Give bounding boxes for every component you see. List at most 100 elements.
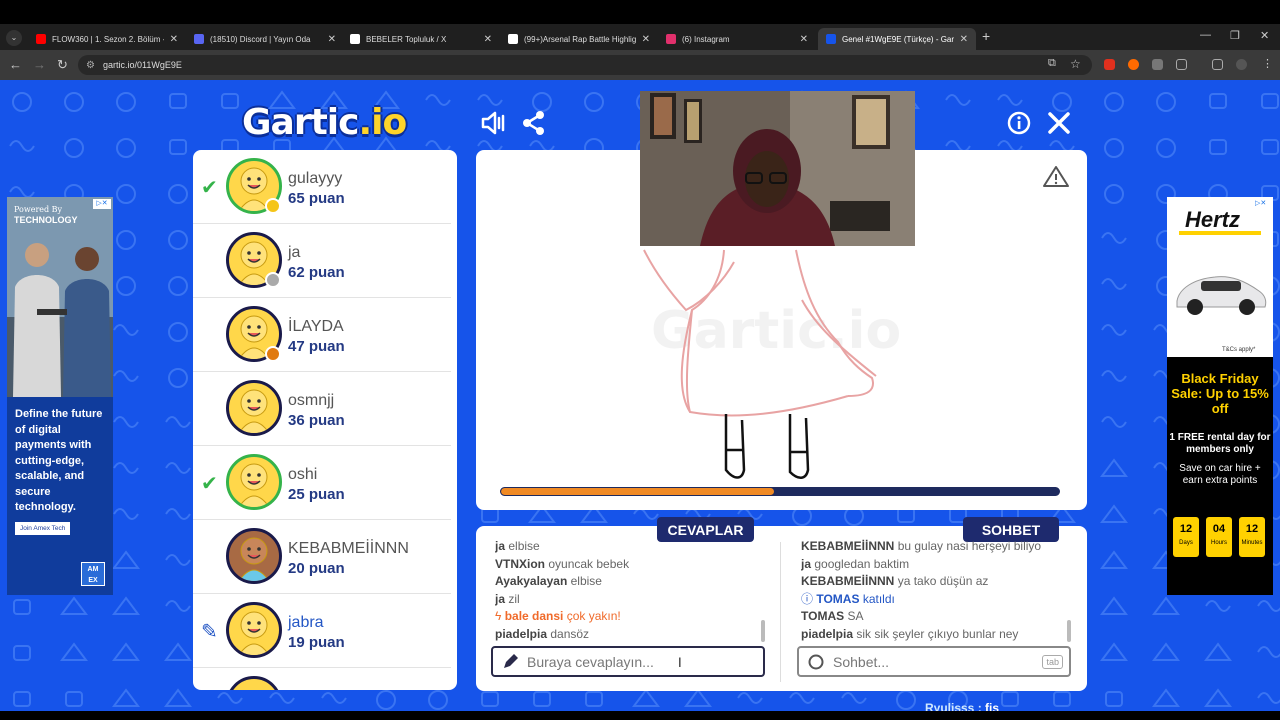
tab-close-icon[interactable]: ✕ [960,34,968,45]
player-row[interactable]: osmnjj 36 puan [193,372,451,446]
site-info-icon[interactable]: ⚙ [86,60,95,71]
answer-input[interactable]: Buraya cevaplayın... I [491,646,765,677]
extension-gray-icon[interactable] [1152,59,1163,70]
chat-placeholder: Sohbet... [833,653,890,670]
message-user: KEBABMEİİNNN [801,539,895,553]
browser-tab[interactable]: (99+)Arsenal Rap Battle Highlig ✕ [500,28,658,50]
player-row-partial[interactable] [193,668,451,690]
new-tab-button[interactable]: + [982,28,990,44]
window-close-icon[interactable]: ✕ [1260,29,1269,42]
player-badge-dot [265,272,281,288]
tab-close-icon[interactable]: ✕ [328,34,336,45]
reading-list-icon[interactable] [1212,59,1223,70]
countdown-unit: Hours [1210,540,1227,546]
gartic-logo[interactable]: Gartic.io [242,102,407,143]
tab-close-icon[interactable]: ✕ [484,34,492,45]
hertz-logo: Hertz [1185,207,1241,232]
tab-title: (99+)Arsenal Rap Battle Highlig [524,34,636,44]
warning-icon[interactable] [1043,166,1069,187]
logo-text: Gartic [242,102,359,143]
message-text: ya tako düşün az [897,574,989,588]
ad-banner-left[interactable]: Powered By TECHNOLOGY ▷✕ Define the futu… [7,197,113,595]
extension-orange-icon[interactable] [1128,59,1139,70]
chat-scrollbar[interactable] [1067,620,1071,642]
info-icon[interactable] [1007,111,1031,135]
ad-brand: TECHNOLOGY [14,215,78,225]
restore-icon[interactable]: ❐ [1230,29,1240,42]
message-text: çok yakın! [566,609,621,623]
reload-icon[interactable]: ↻ [57,57,68,73]
check-icon: ✔ [201,473,218,495]
player-avatar [226,454,282,510]
browser-tab[interactable]: FLOW360 | 1. Sezon 2. Bölüm - ✕ [28,28,186,50]
tab-close-icon[interactable]: ✕ [642,34,650,45]
message-text: elbise [508,539,540,553]
bookmark-star-icon[interactable]: ☆ [1070,57,1081,71]
chat-message: KEBABMEİİNNN bu gulay nasi herşeyi biliy… [801,538,1066,556]
sound-icon[interactable] [480,110,508,136]
car-image [1176,276,1267,315]
adchoices-icon-right[interactable]: ▷✕ [1255,199,1271,209]
chat-message: KEBABMEİİNNN ya tako düşün az [801,573,1066,591]
answer-placeholder: Buraya cevaplayın... [527,653,654,670]
extension-red-icon[interactable] [1104,59,1115,70]
message-text: googledan baktim [814,556,910,571]
answers-scrollbar[interactable] [761,620,765,642]
gartic-icon [826,34,836,44]
countdown-unit: Days [1179,540,1193,546]
ad-cta-button[interactable]: Join Amex Tech [15,522,71,535]
extensions-puzzle-icon[interactable] [1176,59,1187,70]
address-bar[interactable]: ⚙ gartic.io/011WgE9E [78,55,1092,75]
profile-avatar[interactable] [1236,59,1247,70]
chat-message: ja elbise [495,538,765,556]
player-score: 25 puan [288,486,345,503]
chat-message: TOMAS SA [801,608,1066,626]
message-text: dansöz [550,626,590,641]
round-timer-fill [501,488,775,495]
message-text: SA [847,609,864,623]
browser-tab[interactable]: BEBELER Topluluk / X ✕ [342,28,500,50]
message-user: KEBABMEİİNNN [801,574,895,588]
share-icon[interactable] [522,110,546,136]
ad-terms: T&Cs apply* [1222,347,1256,353]
chat-bubble-icon [808,654,824,669]
player-name: İLAYDA [288,318,344,335]
message-user: bale dansi [504,609,564,623]
browser-tab[interactable]: (6) Instagram ✕ [658,28,816,50]
player-row[interactable]: ✔ oshi 25 puan [193,446,451,520]
instagram-icon [666,34,676,44]
install-icon[interactable]: ⧉ [1048,57,1056,70]
message-user: TOMAS [816,591,860,606]
player-row[interactable]: ✎ jabra 19 puan [193,594,451,668]
countdown-value: 04 [1212,523,1226,535]
message-text: katıldı [862,591,895,606]
player-row[interactable]: KEBABMEİİNNN 20 puan [193,520,451,594]
player-row[interactable]: ja 62 puan [193,224,451,298]
forward-icon[interactable]: → [33,57,46,72]
tab-close-icon[interactable]: ✕ [170,34,178,45]
browser-tab[interactable]: Genel #1WgE9E (Türkçe) - Garti ✕ [818,28,976,50]
player-row[interactable]: İLAYDA 47 puan [193,298,451,372]
answers-list: ja elbise VTNXion oyuncak bebek Ayakyalaya… [495,538,765,643]
countdown-value: 12 [1245,523,1259,535]
close-game-icon[interactable] [1047,111,1071,135]
player-score: 19 puan [288,634,345,651]
countdown-unit: Minutes [1241,540,1263,546]
discord-icon [194,34,204,44]
ad-bottom-section: Black Friday Sale: Up to 15% off 1 FREE … [1167,357,1273,595]
message-text: bu gulay nasi herşeyi biliyo [897,539,1042,553]
tab-close-icon[interactable]: ✕ [800,34,808,45]
menu-kebab-icon[interactable]: ⋮ [1262,57,1273,70]
amex-logo: AM EX [81,562,105,586]
player-row[interactable]: ✔ gulayyy 65 puan [193,150,451,224]
message-user: TOMAS [801,609,845,623]
minimize-icon[interactable]: — [1200,29,1211,41]
back-icon[interactable]: ← [9,57,22,72]
player-name: osmnjj [288,392,335,409]
bottom-black-bar [0,711,1280,720]
browser-tab[interactable]: (18510) Discord | Yayın Oda ✕ [186,28,344,50]
adchoices-icon[interactable]: ▷✕ [93,199,111,209]
tab-search-icon[interactable]: ⌄ [6,30,22,46]
ad-banner-right[interactable]: Hertz T&Cs apply* ▷✕ Black Friday Sale: … [1167,197,1273,595]
chat-input[interactable]: Sohbet... tab [797,646,1071,677]
